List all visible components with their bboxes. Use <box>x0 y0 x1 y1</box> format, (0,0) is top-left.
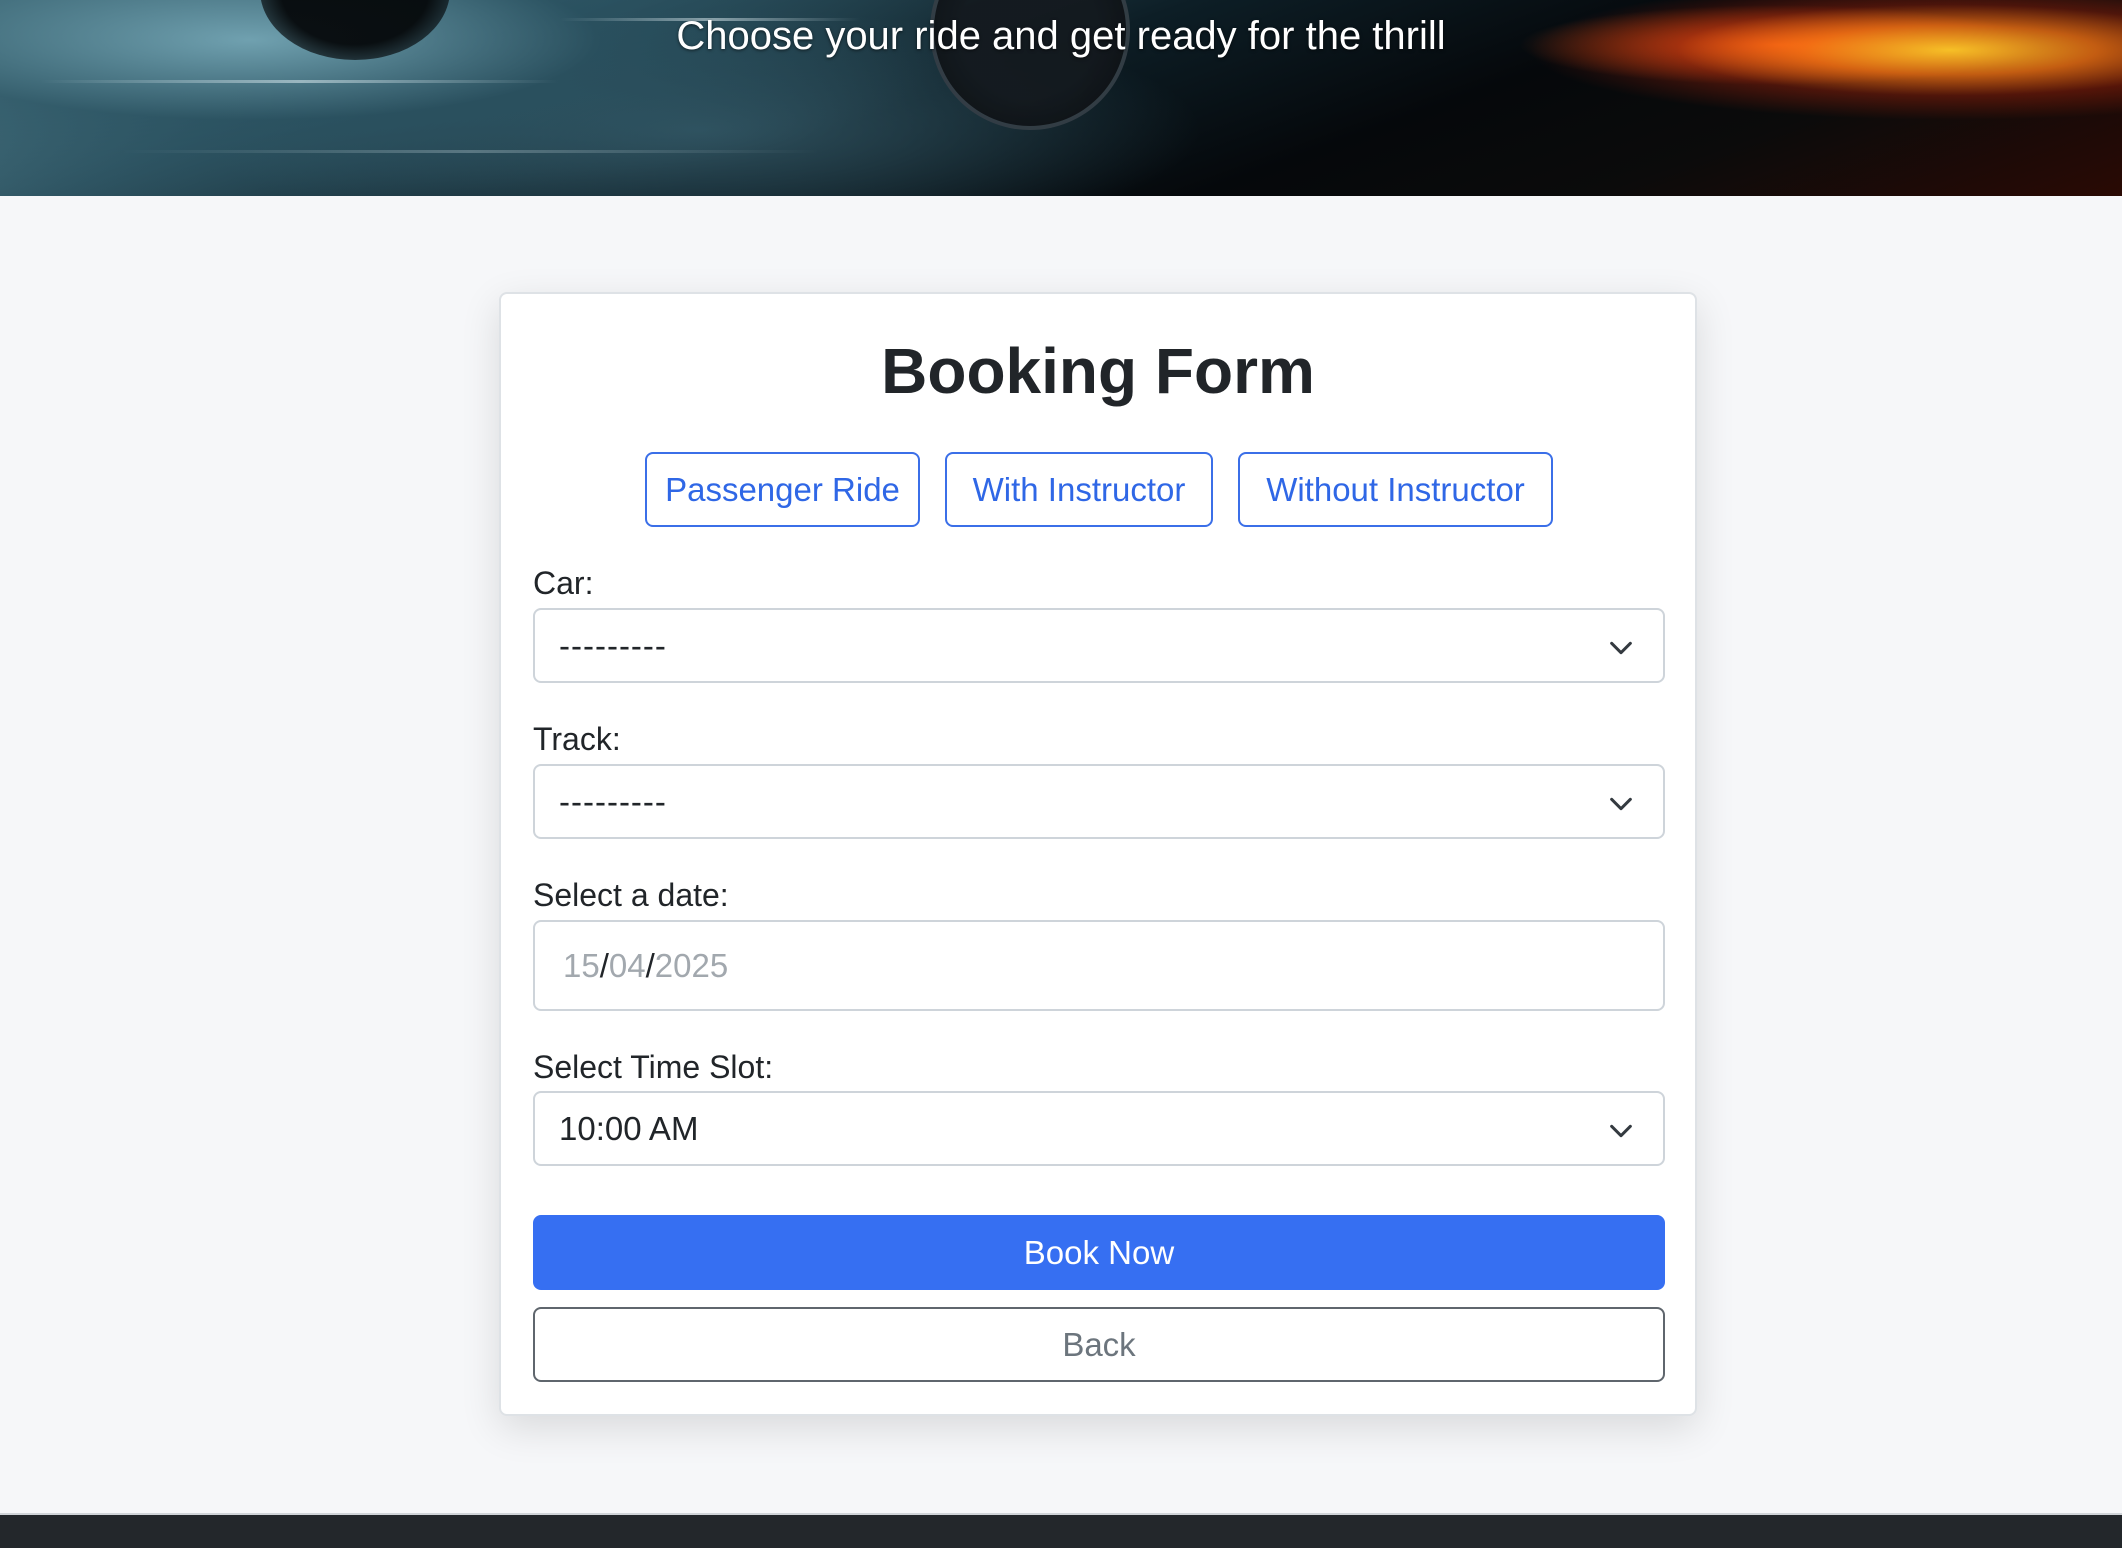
chevron-down-icon <box>1610 797 1632 811</box>
with-instructor-button[interactable]: With Instructor <box>945 452 1213 527</box>
book-now-button[interactable]: Book Now <box>533 1215 1665 1290</box>
back-button[interactable]: Back <box>533 1307 1665 1382</box>
track-select[interactable]: --------- <box>533 764 1665 839</box>
hero-light-streak <box>40 80 560 83</box>
date-label: Select a date: <box>533 877 729 913</box>
time-slot-value: 10:00 AM <box>559 1109 699 1147</box>
without-instructor-button[interactable]: Without Instructor <box>1238 452 1553 527</box>
chevron-down-icon <box>1610 1124 1632 1138</box>
page-footer <box>0 1513 2122 1548</box>
car-select[interactable]: --------- <box>533 608 1665 683</box>
car-label: Car: <box>533 565 594 601</box>
hero-banner: Choose your ride and get ready for the t… <box>0 0 2122 196</box>
booking-form-card: Booking Form Passenger Ride With Instruc… <box>499 292 1697 1416</box>
page-title: Booking Form <box>881 335 1315 407</box>
chevron-down-icon <box>1610 641 1632 655</box>
track-select-value: --------- <box>559 782 667 820</box>
hero-subtitle: Choose your ride and get ready for the t… <box>676 14 1446 58</box>
car-select-value: --------- <box>559 626 667 664</box>
time-slot-label: Select Time Slot: <box>533 1049 774 1085</box>
track-label: Track: <box>533 721 621 757</box>
date-month[interactable]: 04 <box>609 947 646 985</box>
date-day[interactable]: 15 <box>563 947 600 985</box>
time-slot-select[interactable]: 10:00 AM <box>533 1091 1665 1166</box>
date-year[interactable]: 2025 <box>655 947 728 985</box>
date-separator: / <box>645 946 655 984</box>
passenger-ride-button[interactable]: Passenger Ride <box>645 452 920 527</box>
date-separator: / <box>599 946 609 984</box>
date-input[interactable]: 15 / 04 / 2025 <box>533 920 1665 1011</box>
hero-light-streak <box>120 150 820 153</box>
